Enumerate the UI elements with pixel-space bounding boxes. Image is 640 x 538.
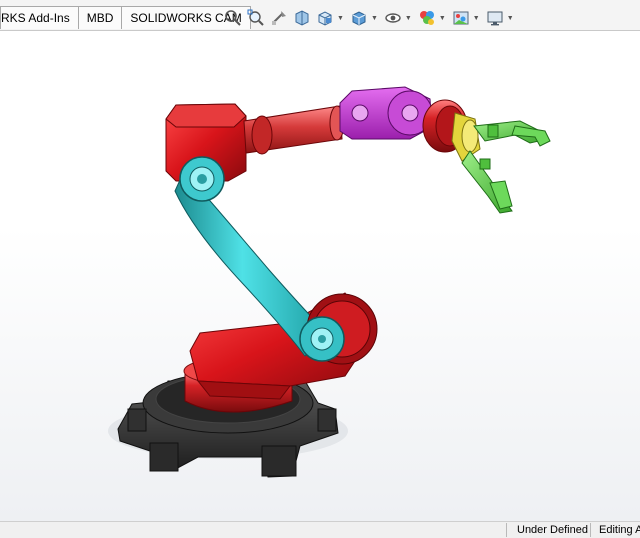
wrist <box>339 86 433 140</box>
view-orientation-icon[interactable] <box>314 8 336 28</box>
section-view-icon[interactable] <box>291 8 313 28</box>
previous-view-icon[interactable] <box>268 8 290 28</box>
hide-show-caret[interactable]: ▼ <box>405 15 412 22</box>
zoom-to-area-icon[interactable] <box>245 8 267 28</box>
status-separator <box>590 523 591 537</box>
elbow-joint <box>299 293 378 365</box>
view-orientation-caret[interactable]: ▼ <box>337 15 344 22</box>
upper-arm <box>174 156 326 357</box>
view-settings-icon[interactable] <box>484 8 506 28</box>
status-bar: Under Defined Editing A <box>0 521 640 538</box>
edit-appearance-caret[interactable]: ▼ <box>439 15 446 22</box>
robot-arm-model[interactable] <box>0 31 640 521</box>
tab-addins[interactable]: RKS Add-Ins <box>0 6 79 29</box>
apply-scene-caret[interactable]: ▼ <box>473 15 480 22</box>
status-separator <box>506 523 507 537</box>
tab-mbd[interactable]: MBD <box>77 6 123 29</box>
tool-adapter <box>451 112 481 162</box>
zoom-to-fit-icon[interactable] <box>222 8 244 28</box>
status-editing-mode: Editing A <box>599 524 640 536</box>
graphics-area[interactable] <box>0 31 640 521</box>
view-settings-caret[interactable]: ▼ <box>507 15 514 22</box>
command-manager-tabbar: RKS Add-Ins MBD SOLIDWORKS CAM ▼ ▼ ▼ ▼ ▼… <box>0 0 640 31</box>
display-style-icon[interactable] <box>348 8 370 28</box>
apply-scene-icon[interactable] <box>450 8 472 28</box>
display-style-caret[interactable]: ▼ <box>371 15 378 22</box>
heads-up-view-toolbar: ▼ ▼ ▼ ▼ ▼ ▼ <box>222 6 518 30</box>
edit-appearance-icon[interactable] <box>416 8 438 28</box>
command-manager-tabs: RKS Add-Ins MBD SOLIDWORKS CAM <box>0 6 251 30</box>
forearm <box>243 105 345 155</box>
hide-show-items-icon[interactable] <box>382 8 404 28</box>
status-definition: Under Defined <box>517 524 588 536</box>
